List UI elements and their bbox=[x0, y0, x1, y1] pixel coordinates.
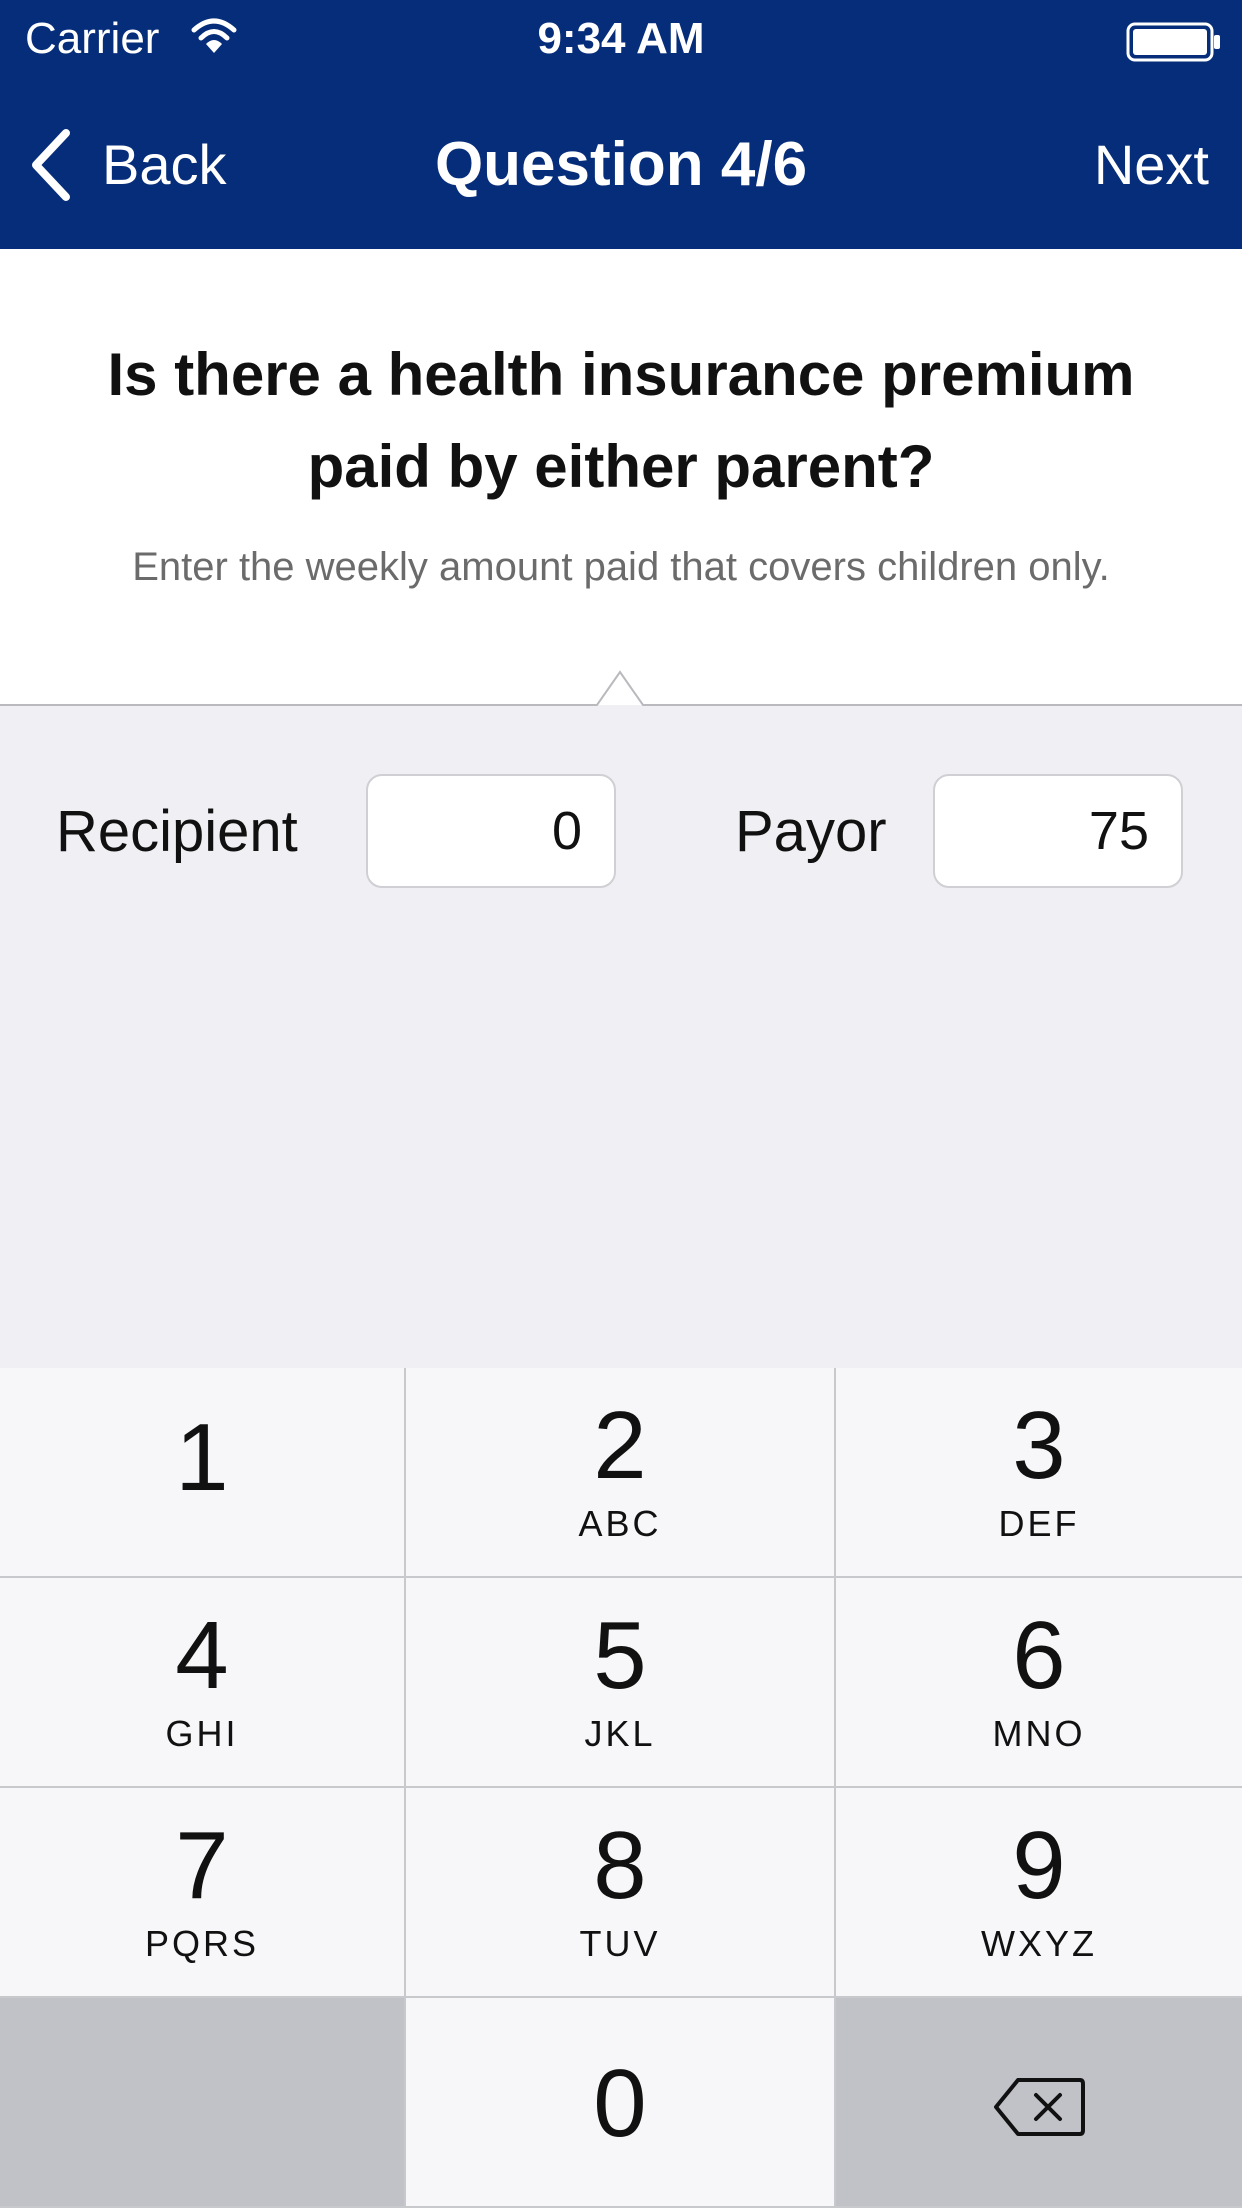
payor-label: Payor bbox=[735, 799, 887, 864]
key-digit: 5 bbox=[593, 1602, 647, 1709]
payor-amount-input[interactable] bbox=[933, 774, 1183, 888]
key-9[interactable]: 9 WXYZ bbox=[836, 1788, 1242, 1998]
status-time: 9:34 AM bbox=[537, 14, 705, 63]
key-digit: 2 bbox=[593, 1392, 647, 1499]
key-blank bbox=[0, 1998, 406, 2208]
question-panel: Is there a health insurance premium paid… bbox=[0, 249, 1242, 705]
key-8[interactable]: 8 TUV bbox=[406, 1788, 836, 1998]
question-subtitle: Enter the weekly amount paid that covers… bbox=[132, 545, 1110, 589]
key-digit: 4 bbox=[175, 1602, 229, 1709]
delete-key[interactable] bbox=[836, 1998, 1242, 2208]
key-0[interactable]: 0 bbox=[406, 1998, 836, 2208]
key-letters: PQRS bbox=[144, 1923, 260, 1964]
amount-inputs: Recipient Payor bbox=[0, 774, 1242, 890]
key-3[interactable]: 3 DEF bbox=[836, 1368, 1242, 1578]
page-title: Question 4/6 bbox=[434, 130, 808, 199]
key-digit: 0 bbox=[593, 2050, 647, 2157]
key-letters: ABC bbox=[578, 1503, 662, 1544]
key-letters: JKL bbox=[584, 1713, 656, 1754]
key-letters: DEF bbox=[998, 1503, 1080, 1544]
key-digit: 1 bbox=[175, 1404, 229, 1511]
navigation-bar: Carrier 9:34 AM Back Question 4/6 Next bbox=[0, 0, 1242, 249]
key-7[interactable]: 7 PQRS bbox=[0, 1788, 406, 1998]
question-title: Is there a health insurance premium paid… bbox=[107, 341, 1135, 500]
key-2[interactable]: 2 ABC bbox=[406, 1368, 836, 1578]
key-digit: 7 bbox=[175, 1812, 229, 1919]
key-letters: TUV bbox=[579, 1923, 661, 1964]
key-digit: 9 bbox=[1012, 1812, 1066, 1919]
key-digit: 8 bbox=[593, 1812, 647, 1919]
key-letters: GHI bbox=[165, 1713, 239, 1754]
key-letters: WXYZ bbox=[981, 1923, 1097, 1964]
battery-icon bbox=[1126, 22, 1220, 62]
key-letters: MNO bbox=[992, 1713, 1086, 1754]
callout-pointer bbox=[0, 669, 1242, 706]
next-button[interactable]: Next bbox=[1094, 125, 1209, 205]
numeric-keypad: 1 2 ABC 3 DEF 4 GHI 5 JKL 6 MNO 7 PQRS 8… bbox=[0, 1368, 1242, 2208]
recipient-amount-input[interactable] bbox=[366, 774, 616, 888]
key-1[interactable]: 1 bbox=[0, 1368, 406, 1578]
key-digit: 6 bbox=[1012, 1602, 1066, 1709]
recipient-label: Recipient bbox=[56, 799, 298, 864]
key-5[interactable]: 5 JKL bbox=[406, 1578, 836, 1788]
delete-backspace-icon bbox=[994, 2078, 1085, 2136]
key-digit: 3 bbox=[1012, 1392, 1066, 1499]
key-6[interactable]: 6 MNO bbox=[836, 1578, 1242, 1788]
key-4[interactable]: 4 GHI bbox=[0, 1578, 406, 1788]
